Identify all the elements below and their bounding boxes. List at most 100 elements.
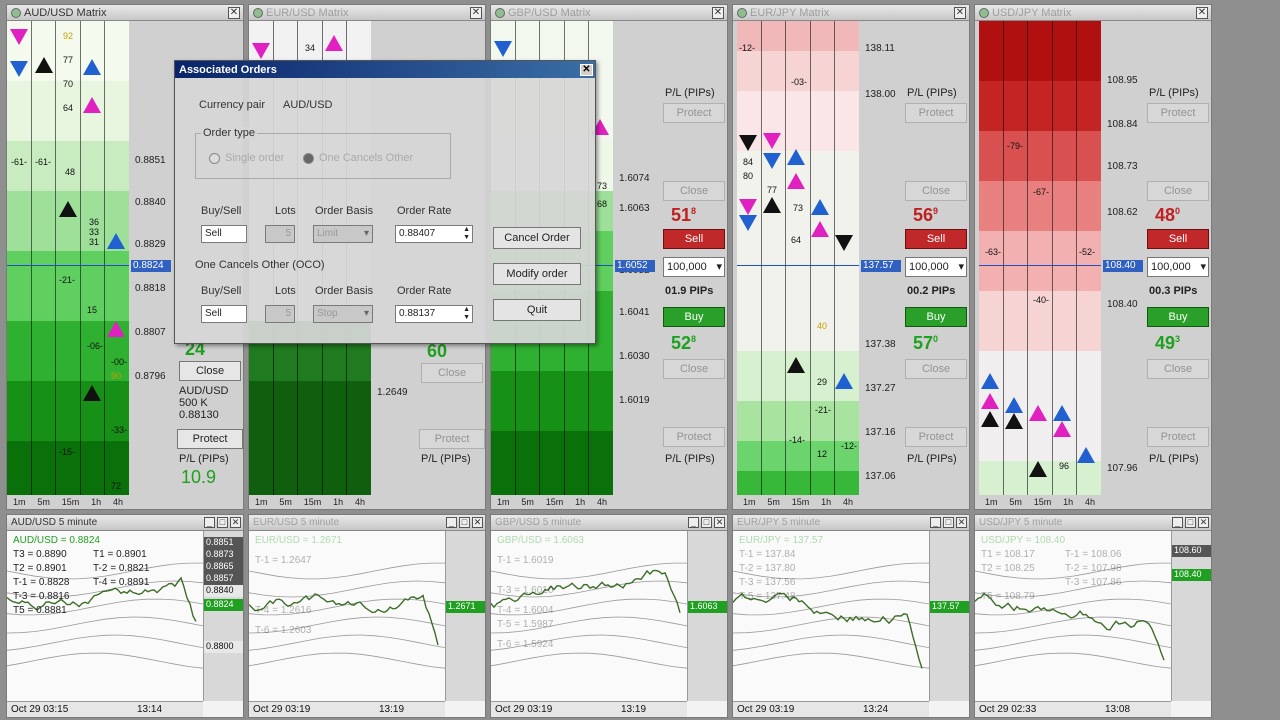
protect-button[interactable]: Protect xyxy=(419,429,485,449)
close-icon[interactable]: ✕ xyxy=(580,63,593,76)
close-icon[interactable]: ✕ xyxy=(714,517,725,528)
window-titlebar[interactable]: USD/JPY Matrix ✕ xyxy=(975,5,1211,21)
window-titlebar[interactable]: GBP/USD Matrix ✕ xyxy=(491,5,727,21)
close-icon[interactable]: ✕ xyxy=(712,6,724,19)
sell-order-marker[interactable] xyxy=(763,133,781,149)
buy-order-marker[interactable] xyxy=(1053,421,1071,437)
buy-order-marker[interactable] xyxy=(59,201,77,217)
sell-order-marker[interactable] xyxy=(739,215,757,231)
buy-button[interactable]: Buy xyxy=(905,307,967,327)
buy-order-marker[interactable] xyxy=(83,59,101,75)
quantity-select[interactable]: 100,000 ▾ xyxy=(663,257,725,277)
close-button[interactable]: Close xyxy=(1147,181,1209,201)
protect-button[interactable]: Protect xyxy=(1147,427,1209,447)
buy-order-marker[interactable] xyxy=(107,321,125,337)
sell-order-marker[interactable] xyxy=(739,135,757,151)
buy-order-marker[interactable] xyxy=(325,35,343,51)
minimize-icon[interactable]: _ xyxy=(1172,517,1183,528)
sell-order-marker[interactable] xyxy=(494,41,512,57)
buy-order-marker[interactable] xyxy=(83,97,101,113)
chart-window[interactable]: EUR/USD 5 minute _ □ ✕ EUR/USD = 1.2671 T-1 =… xyxy=(248,514,486,718)
protect-top-button[interactable]: Protect xyxy=(905,103,967,123)
order-rate-field-2[interactable]: 0.88137 ▲ ▼ xyxy=(395,305,473,323)
buy-order-marker[interactable] xyxy=(981,393,999,409)
sell-order-marker[interactable] xyxy=(739,199,757,215)
buy-order-marker[interactable] xyxy=(981,411,999,427)
close-button[interactable]: Close xyxy=(421,363,483,383)
sell-button[interactable]: Sell xyxy=(905,229,967,249)
protect-top-button[interactable]: Protect xyxy=(663,103,725,123)
chart-titlebar[interactable]: USD/JPY 5 minute _ □ ✕ xyxy=(975,515,1211,531)
close-button-2[interactable]: Close xyxy=(663,359,725,379)
close-icon[interactable]: ✕ xyxy=(956,517,967,528)
price-ladder[interactable]: -12- -03- 84 80 77 73 64 40 29 -21- -14-… xyxy=(737,21,859,495)
protect-button[interactable]: Protect xyxy=(905,427,967,447)
cancel-order-button[interactable]: Cancel Order xyxy=(493,227,581,249)
close-icon[interactable]: ✕ xyxy=(230,517,241,528)
chart-titlebar[interactable]: EUR/JPY 5 minute _ □ ✕ xyxy=(733,515,969,531)
maximize-icon[interactable]: □ xyxy=(943,517,954,528)
buy-order-marker[interactable] xyxy=(811,221,829,237)
buy-order-marker[interactable] xyxy=(1077,447,1095,463)
close-icon[interactable]: ✕ xyxy=(1196,6,1208,19)
oco-radio[interactable] xyxy=(303,153,314,164)
buy-order-marker[interactable] xyxy=(787,357,805,373)
quantity-select[interactable]: 100,000 ▾ xyxy=(905,257,967,277)
buy-order-marker[interactable] xyxy=(981,373,999,389)
buy-order-marker[interactable] xyxy=(1053,405,1071,421)
buy-order-marker[interactable] xyxy=(835,373,853,389)
minimize-icon[interactable]: _ xyxy=(930,517,941,528)
quantity-select[interactable]: 100,000 ▾ xyxy=(1147,257,1209,277)
sell-order-marker[interactable] xyxy=(10,61,28,77)
sell-button[interactable]: Sell xyxy=(663,229,725,249)
order-basis-select-2[interactable]: Stop ▾ xyxy=(313,305,373,323)
close-icon[interactable]: ✕ xyxy=(470,6,482,19)
close-button[interactable]: Close xyxy=(179,361,241,381)
close-button[interactable]: Close xyxy=(663,181,725,201)
buy-order-marker[interactable] xyxy=(107,233,125,249)
close-button-2[interactable]: Close xyxy=(905,359,967,379)
maximize-icon[interactable]: □ xyxy=(1185,517,1196,528)
dialog-titlebar[interactable]: Associated Orders ✕ xyxy=(175,61,595,78)
chart-titlebar[interactable]: EUR/USD 5 minute _ □ ✕ xyxy=(249,515,485,531)
window-titlebar[interactable]: EUR/JPY Matrix ✕ xyxy=(733,5,969,21)
buysell-field-2[interactable]: Sell xyxy=(201,305,247,323)
protect-top-button[interactable]: Protect xyxy=(1147,103,1209,123)
minimize-icon[interactable]: _ xyxy=(204,517,215,528)
buy-button[interactable]: Buy xyxy=(663,307,725,327)
chart-titlebar[interactable]: AUD/USD 5 minute _ □ ✕ xyxy=(7,515,243,531)
sell-order-marker[interactable] xyxy=(10,29,28,45)
buy-order-marker[interactable] xyxy=(1005,397,1023,413)
window-titlebar[interactable]: EUR/USD Matrix ✕ xyxy=(249,5,485,21)
maximize-icon[interactable]: □ xyxy=(701,517,712,528)
sell-order-marker[interactable] xyxy=(252,43,270,59)
sell-button[interactable]: Sell xyxy=(1147,229,1209,249)
lots-field-2[interactable]: 5 xyxy=(265,305,295,323)
maximize-icon[interactable]: □ xyxy=(459,517,470,528)
buysell-field[interactable]: Sell xyxy=(201,225,247,243)
close-icon[interactable]: ✕ xyxy=(954,6,966,19)
minimize-icon[interactable]: _ xyxy=(688,517,699,528)
sell-order-marker[interactable] xyxy=(763,153,781,169)
close-button-2[interactable]: Close xyxy=(1147,359,1209,379)
close-icon[interactable]: ✕ xyxy=(228,6,240,19)
buy-order-marker[interactable] xyxy=(35,57,53,73)
quit-button[interactable]: Quit xyxy=(493,299,581,321)
buy-order-marker[interactable] xyxy=(763,197,781,213)
buy-order-marker[interactable] xyxy=(1029,461,1047,477)
price-ladder[interactable]: 92 77 70 64 -61- -61- 48 36 33 31 -21- 1… xyxy=(7,21,129,495)
order-rate-field[interactable]: 0.88407 ▲ ▼ xyxy=(395,225,473,243)
modify-order-button[interactable]: Modify order xyxy=(493,263,581,285)
buy-order-marker[interactable] xyxy=(787,149,805,165)
protect-button[interactable]: Protect xyxy=(177,429,243,449)
order-basis-select[interactable]: Limit ▾ xyxy=(313,225,373,243)
chart-window[interactable]: GBP/USD 5 minute _ □ ✕ GBP/USD = 1.6063 T-1 =… xyxy=(490,514,728,718)
buy-order-marker[interactable] xyxy=(811,199,829,215)
maximize-icon[interactable]: □ xyxy=(217,517,228,528)
chart-window[interactable]: EUR/JPY 5 minute _ □ ✕ EUR/JPY = 137.57 T-1 =… xyxy=(732,514,970,718)
chart-window[interactable]: AUD/USD 5 minute _ □ ✕ AUD/USD = 0.8824 T3 = … xyxy=(6,514,244,718)
chart-titlebar[interactable]: GBP/USD 5 minute _ □ ✕ xyxy=(491,515,727,531)
window-titlebar[interactable]: AUD/USD Matrix ✕ xyxy=(7,5,243,21)
spinner-icon[interactable]: ▲ ▼ xyxy=(463,306,470,322)
spinner-icon[interactable]: ▲ ▼ xyxy=(463,226,470,242)
